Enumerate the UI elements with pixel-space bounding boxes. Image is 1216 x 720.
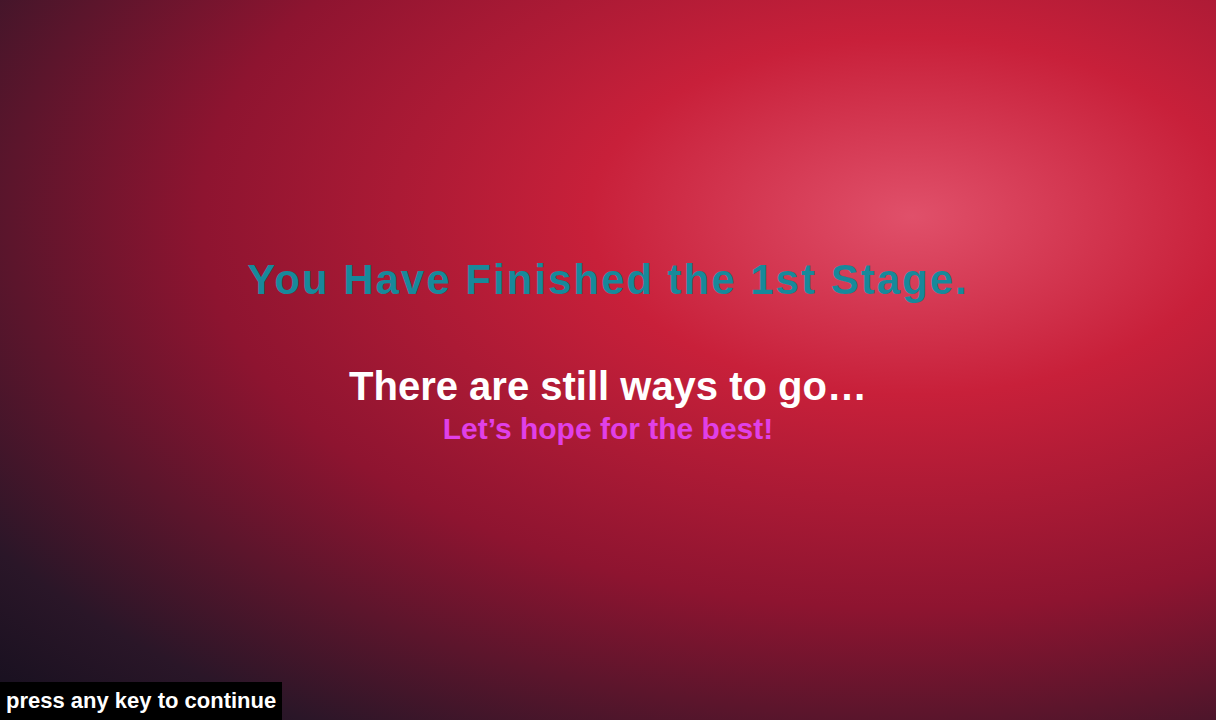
stage-title: You Have Finished the 1st Stage.: [247, 255, 968, 305]
message-block: You Have Finished the 1st Stage. There ar…: [0, 0, 1216, 447]
stage-tagline: Let’s hope for the best!: [443, 411, 774, 447]
stage-complete-screen[interactable]: You Have Finished the 1st Stage. There ar…: [0, 0, 1216, 720]
stage-subtitle: There are still ways to go…: [349, 363, 867, 409]
continue-prompt[interactable]: press any key to continue: [0, 682, 282, 720]
